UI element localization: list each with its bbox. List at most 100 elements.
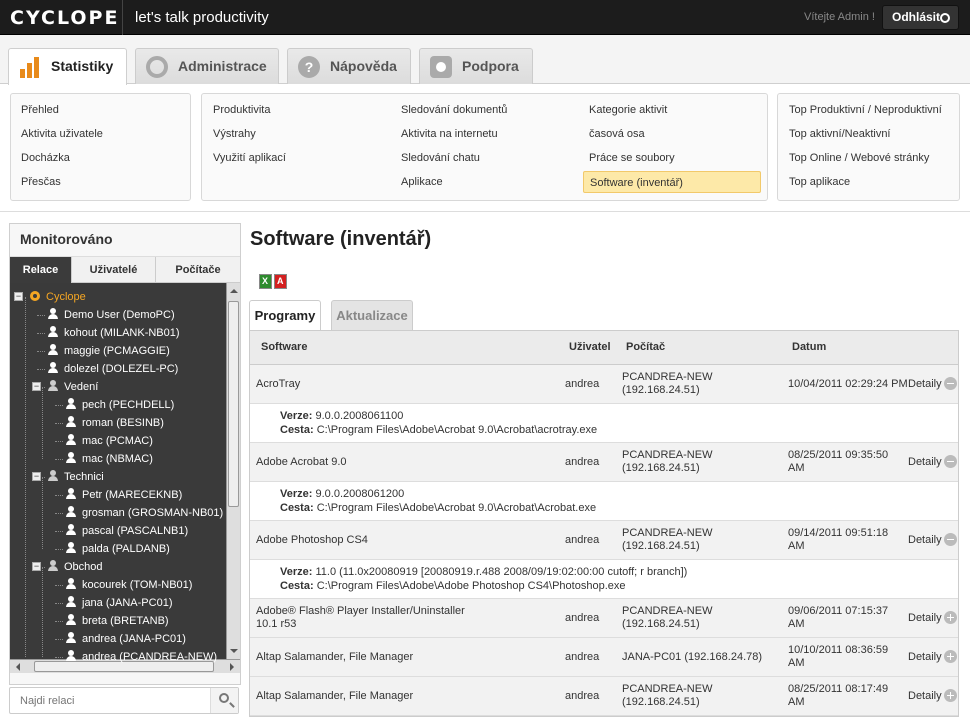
tree-user[interactable]: Demo User (DemoPC) — [48, 306, 175, 324]
tree-user[interactable]: mac (NBMAC) — [66, 450, 153, 468]
details-link[interactable]: Detaily — [908, 534, 942, 546]
collapse-row-icon[interactable] — [944, 455, 957, 468]
tree-user[interactable]: roman (BESINB) — [66, 414, 164, 432]
tree-user[interactable]: Petr (MARECEKNB) — [66, 486, 182, 504]
tree-user[interactable]: jana (JANA-PC01) — [66, 594, 172, 612]
tree-user[interactable]: pech (PECHDELL) — [66, 396, 174, 414]
submenu-prehled[interactable]: Přehled — [15, 99, 59, 121]
column-uzivatel[interactable]: Uživatel — [569, 341, 611, 353]
cell-line: PCANDREA-NEW — [622, 371, 713, 383]
collapse-icon[interactable]: − — [32, 562, 41, 571]
page-title: Software (inventář) — [250, 228, 432, 250]
expand-row-icon[interactable] — [944, 650, 957, 663]
scroll-down-icon[interactable] — [230, 649, 238, 657]
tab-podpora[interactable]: Podpora — [419, 48, 533, 84]
table-row[interactable]: Altap Salamander, File Manager andrea JANA… — [250, 638, 958, 677]
submenu-top-aplikace[interactable]: Top aplikace — [783, 171, 850, 193]
submenu-sledovani-dokumentu[interactable]: Sledování dokumentů — [395, 99, 507, 121]
tree-user[interactable]: breta (BRETANB) — [66, 612, 169, 630]
submenu-top-produktivni[interactable]: Top Produktivní / Neproduktivní — [783, 99, 942, 121]
tab-statistiky[interactable]: Statistiky — [8, 48, 127, 85]
scrollbar-thumb[interactable] — [228, 301, 239, 507]
software-name: Adobe Photoshop CS4 — [256, 534, 368, 547]
scroll-right-icon[interactable] — [230, 663, 238, 671]
tree-user[interactable]: grosman (GROSMAN-NB01) — [66, 504, 223, 522]
submenu-prace-se-soubory[interactable]: Práce se soubory — [583, 147, 675, 169]
tree-user[interactable]: andrea (PCANDREA-NEW) — [66, 648, 217, 666]
table-row[interactable]: Adobe Photoshop CS4 andrea PCANDREA-NEW (19… — [250, 521, 958, 560]
collapse-icon[interactable]: − — [32, 472, 41, 481]
tree-user[interactable]: mac (PCMAC) — [66, 432, 153, 450]
details-link[interactable]: Detaily — [908, 456, 942, 468]
tree-user[interactable]: kohout (MILANK-NB01) — [48, 324, 180, 342]
scroll-left-icon[interactable] — [12, 663, 20, 671]
version-value: 11.0 (11.0x20080919 [20080919.r.488 2008… — [315, 566, 688, 578]
collapse-icon[interactable]: − — [32, 382, 41, 391]
user-icon — [66, 650, 76, 661]
tab-pocitace[interactable]: Počítače — [156, 257, 240, 283]
tab-administrace[interactable]: Administrace — [135, 48, 279, 84]
pdf-export-icon[interactable]: A — [274, 274, 287, 289]
submenu-vyuziti-aplikaci[interactable]: Využití aplikací — [207, 147, 286, 169]
details-link[interactable]: Detaily — [908, 612, 942, 624]
table-row[interactable]: Adobe® Flash® Player Installer/Uninstall… — [250, 599, 958, 638]
tree-user[interactable]: pascal (PASCALNB1) — [66, 522, 188, 540]
submenu-top-aktivni[interactable]: Top aktivní/Neaktivní — [783, 123, 891, 145]
excel-export-icon[interactable]: X — [259, 274, 272, 289]
tree-user[interactable]: maggie (PCMAGGIE) — [48, 342, 170, 360]
submenu-kategorie-aktivit[interactable]: Kategorie aktivit — [583, 99, 667, 121]
submenu-vystrahy[interactable]: Výstrahy — [207, 123, 256, 145]
submenu-casova-osa[interactable]: časová osa — [583, 123, 645, 145]
tab-relace[interactable]: Relace — [10, 257, 72, 283]
collapse-icon[interactable]: − — [14, 292, 23, 301]
tree-vertical-scrollbar[interactable] — [226, 283, 240, 659]
collapse-row-icon[interactable] — [944, 377, 957, 390]
tab-napoveda[interactable]: ? Nápověda — [287, 48, 411, 84]
app-logo[interactable]: CYCLOPE — [10, 7, 119, 29]
details-link[interactable]: Detaily — [908, 690, 942, 702]
tab-programy[interactable]: Programy — [249, 300, 321, 330]
tree-user[interactable]: kocourek (TOM-NB01) — [66, 576, 192, 594]
tree-user[interactable]: andrea (JANA-PC01) — [66, 630, 186, 648]
search-input[interactable] — [10, 688, 210, 713]
submenu-sledovani-chatu[interactable]: Sledování chatu — [395, 147, 480, 169]
tree-user[interactable]: dolezel (DOLEZEL-PC) — [48, 360, 178, 378]
cell-line: (192.168.24.51) — [622, 462, 700, 474]
collapse-row-icon[interactable] — [944, 533, 957, 546]
details-link[interactable]: Detaily — [908, 651, 942, 663]
help-icon: ? — [298, 56, 320, 78]
expand-row-icon[interactable] — [944, 689, 957, 702]
user-icon — [66, 596, 76, 607]
welcome-text: Vítejte Admin ! — [804, 11, 875, 23]
tab-aktualizace[interactable]: Aktualizace — [331, 300, 413, 330]
column-datum[interactable]: Datum — [792, 341, 826, 353]
session-tree[interactable]: Cyclope − Demo User (DemoPC) kohout (MILANK… — [10, 283, 240, 673]
column-pocitac[interactable]: Počítač — [626, 341, 665, 353]
tab-uzivatele[interactable]: Uživatelé — [72, 257, 156, 283]
submenu-software-inventar[interactable]: Software (inventář) — [583, 171, 761, 193]
details-link[interactable]: Detaily — [908, 378, 942, 390]
search-button[interactable] — [210, 688, 238, 713]
submenu-aktivita-na-internetu[interactable]: Aktivita na internetu — [395, 123, 498, 145]
logout-button[interactable]: Odhlásit — [882, 5, 959, 30]
tree-root[interactable]: Cyclope — [30, 288, 86, 306]
tree-user[interactable]: palda (PALDANB) — [66, 540, 170, 558]
submenu-aktivita-uzivatele[interactable]: Aktivita uživatele — [15, 123, 103, 145]
tree-group[interactable]: Obchod — [48, 558, 103, 576]
tree-group[interactable]: Vedení — [48, 378, 98, 396]
table-row[interactable]: Altap Salamander, File Manager andrea PCAN… — [250, 677, 958, 716]
scroll-up-icon[interactable] — [230, 285, 238, 293]
tree-connector — [55, 405, 63, 406]
expand-row-icon[interactable] — [944, 611, 957, 624]
submenu-aplikace[interactable]: Aplikace — [395, 171, 443, 193]
submenu-top-online[interactable]: Top Online / Webové stránky — [783, 147, 929, 169]
cell-line: AM — [788, 618, 805, 630]
table-row[interactable]: AcroTray andrea PCANDREA-NEW (192.168.24.51… — [250, 365, 958, 404]
software-name: Adobe® Flash® Player Installer/Uninstall… — [256, 605, 465, 631]
column-software[interactable]: Software — [261, 341, 307, 353]
submenu-dochazka[interactable]: Docházka — [15, 147, 70, 169]
submenu-prescas[interactable]: Přesčas — [15, 171, 61, 193]
tree-group[interactable]: Technici — [48, 468, 104, 486]
submenu-produktivita[interactable]: Produktivita — [207, 99, 270, 121]
table-row[interactable]: Adobe Acrobat 9.0 andrea PCANDREA-NEW (192.… — [250, 443, 958, 482]
